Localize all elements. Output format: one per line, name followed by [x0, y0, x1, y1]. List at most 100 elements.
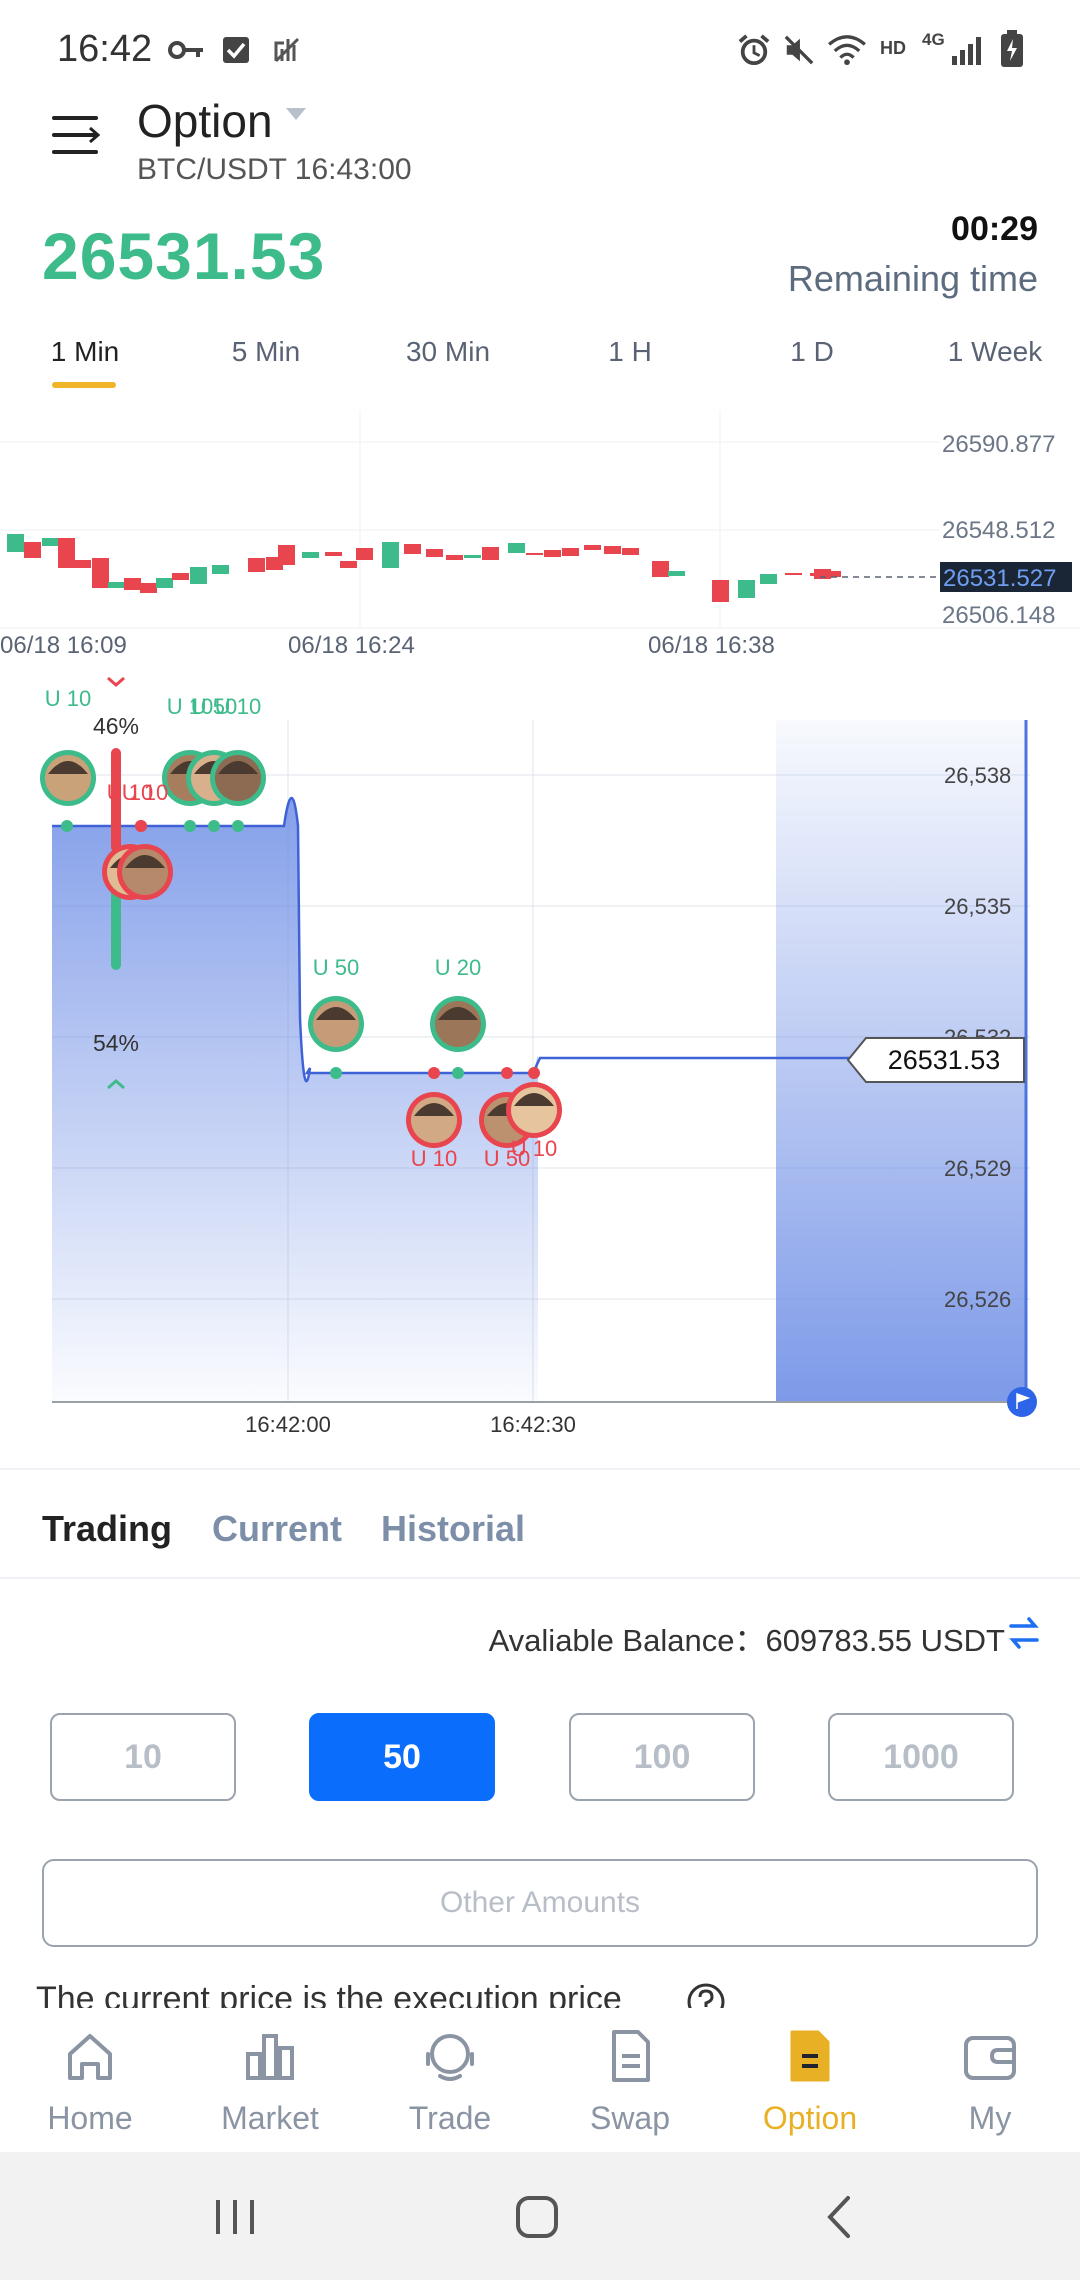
option-x-axis: 16:42:00 16:42:30 [245, 1412, 576, 1437]
mute-icon [784, 35, 814, 65]
tab-5-min[interactable]: 5 Min [232, 336, 300, 368]
nav-my[interactable]: My [900, 2008, 1080, 2152]
countdown: 00:29 [951, 210, 1038, 248]
amount-1000-button[interactable]: 1000 [828, 1713, 1014, 1801]
current-price: 26531.53 [42, 219, 326, 293]
tab-1-h[interactable]: 1 H [608, 336, 652, 368]
active-tab-indicator [52, 382, 116, 388]
candle [824, 571, 841, 577]
chevron-down-icon [107, 676, 125, 687]
candle [140, 583, 157, 593]
system-nav-bar [0, 2152, 1080, 2280]
nav-market[interactable]: Market [180, 2008, 360, 2152]
candle [584, 545, 601, 550]
candle [508, 543, 525, 553]
candle [622, 548, 639, 555]
amount-50-button[interactable]: 50 [309, 1713, 495, 1801]
bet-dot [184, 820, 196, 832]
tab-1-week[interactable]: 1 Week [948, 336, 1042, 368]
nav-home[interactable]: Home [0, 2008, 180, 2152]
bet-dot [135, 820, 147, 832]
chevron-down-icon[interactable] [286, 108, 306, 120]
candle [482, 547, 499, 560]
candle [156, 578, 173, 588]
available-balance: Avaliable Balance：609783.55 USDT [489, 1615, 1005, 1660]
candle [248, 558, 265, 572]
tab-1-min[interactable]: 1 Min [51, 336, 119, 368]
tab-current[interactable]: Current [212, 1508, 342, 1550]
candle [325, 552, 342, 556]
amount-10-button[interactable]: 10 [50, 1713, 236, 1801]
sentiment-up-label: 54% [93, 1030, 139, 1056]
interval-tabs: 1 Min 5 Min 30 Min 1 H 1 D 1 Week [0, 336, 1080, 396]
candle [785, 573, 802, 575]
option-x-label: 16:42:30 [490, 1412, 576, 1437]
tab-1-d[interactable]: 1 D [790, 336, 834, 368]
menu-icon[interactable] [52, 112, 102, 158]
candle [604, 546, 621, 554]
candle [446, 555, 463, 560]
checkbox-icon [223, 37, 249, 63]
candle [426, 549, 443, 557]
bet-dot [208, 820, 220, 832]
candle [652, 561, 669, 577]
other-amounts-input[interactable]: Other Amounts [42, 1859, 1038, 1947]
candle [712, 580, 729, 602]
nav-swap[interactable]: Swap [540, 2008, 720, 2152]
option-y-label: 26,526 [944, 1287, 1011, 1312]
bet-label: U 10 [122, 780, 168, 805]
candle [404, 544, 421, 554]
kline-price-label: 26548.512 [942, 517, 1055, 544]
candle [464, 555, 481, 558]
key-icon [168, 41, 203, 59]
candle [356, 548, 373, 560]
bet-dot [428, 1067, 440, 1079]
option-x-label: 16:42:00 [245, 1412, 331, 1437]
kline-chart[interactable]: 26590.877 26548.512 26531.527 26506.148 … [0, 410, 1080, 670]
battery-icon [1001, 30, 1023, 67]
kline-time-label: 06/18 16:24 [288, 632, 415, 659]
candle [544, 550, 561, 557]
bet-label: U 10 [45, 686, 91, 711]
nav-label: Option [762, 2100, 858, 2136]
status-bar: 16:42 HD 4G [0, 0, 1080, 100]
bet-label: U 10 [411, 1146, 457, 1171]
nav-label: Swap [589, 2100, 671, 2136]
signal-icon [952, 37, 981, 65]
kline-grid [0, 410, 1080, 629]
nav-label: My [968, 2100, 1012, 2136]
candle [7, 534, 24, 552]
wifi-icon [828, 35, 866, 66]
remaining-time-label: Remaining time [787, 258, 1038, 299]
nav-option[interactable]: Option [720, 2008, 900, 2152]
home-icon [68, 2034, 112, 2080]
page-title[interactable]: Option [137, 94, 273, 148]
market-icon [246, 2034, 294, 2080]
nav-label: Home [47, 2100, 133, 2136]
candle [74, 560, 91, 568]
pair-subtitle: BTC/USDT 16:43:00 [137, 153, 412, 186]
bottom-nav: Home Market Trade Swap Option My [0, 2008, 1080, 2152]
kline-current-price: 26531.527 [943, 565, 1056, 592]
candle [172, 573, 189, 580]
balance-label: Avaliable Balance： [488, 1623, 766, 1658]
candle [92, 558, 109, 588]
bet-dot [528, 1067, 540, 1079]
bet-dot [452, 1067, 464, 1079]
tab-historial[interactable]: Historial [381, 1508, 525, 1550]
back-icon[interactable] [814, 2192, 864, 2242]
candle [212, 565, 229, 574]
transfer-icon[interactable] [1008, 1616, 1040, 1650]
option-y-label: 26,529 [944, 1156, 1011, 1181]
nav-trade[interactable]: Trade [360, 2008, 540, 2152]
bet-dot [232, 820, 244, 832]
amount-100-button[interactable]: 100 [569, 1713, 755, 1801]
tab-trading[interactable]: Trading [42, 1508, 172, 1550]
recents-icon[interactable] [210, 2192, 260, 2242]
tab-30-min[interactable]: 30 Min [406, 336, 490, 368]
candle [382, 542, 399, 568]
home-button-icon[interactable] [512, 2192, 562, 2242]
option-chart[interactable]: 46% 54% 26,538 26,535 26,532 26,529 26,5… [0, 670, 1080, 1450]
candle [562, 548, 579, 556]
candle [340, 561, 357, 568]
